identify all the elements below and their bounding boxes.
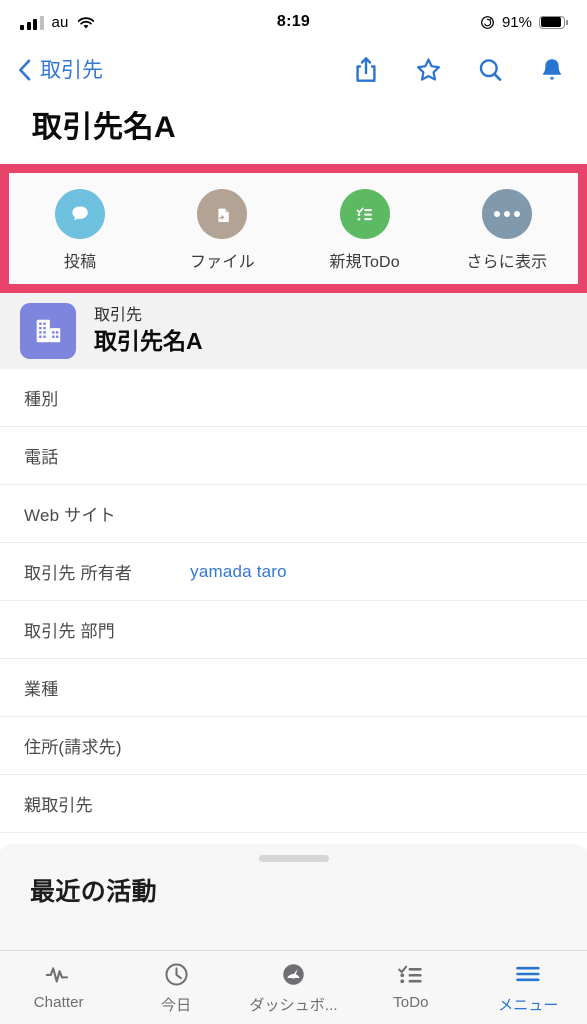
field-label: 種別 xyxy=(24,390,59,409)
tab-today[interactable]: 今日 xyxy=(117,960,234,1015)
record-name-label: 取引先名A xyxy=(94,328,203,355)
hamburger-menu-icon xyxy=(514,960,542,988)
navigation-actions xyxy=(353,56,565,84)
quick-actions-highlight: 投稿 ファイル 新規ToDo さらに表示 xyxy=(0,164,587,293)
field-row[interactable]: 取引先 部門 xyxy=(0,601,587,659)
gauge-icon xyxy=(280,960,307,988)
field-row[interactable]: 種別 xyxy=(0,369,587,427)
quick-action-show-more[interactable]: さらに表示 xyxy=(436,189,578,272)
ellipsis-icon xyxy=(481,189,532,239)
tab-label: メニュー xyxy=(498,997,559,1014)
status-bar-right: 91% xyxy=(480,13,568,31)
record-kind-label: 取引先 xyxy=(94,307,143,325)
bottom-tab-bar: Chatter 今日 ダッシュボ... ToDo メニュー xyxy=(0,950,587,1024)
chat-bubble-icon xyxy=(55,189,106,239)
back-button-label: 取引先 xyxy=(40,58,103,82)
tab-menu[interactable]: メニュー xyxy=(470,960,587,1015)
building-icon xyxy=(20,303,76,359)
carrier-label: au xyxy=(51,13,69,31)
share-icon[interactable] xyxy=(353,56,379,84)
file-upload-icon xyxy=(197,189,248,239)
navigation-bar: 取引先 xyxy=(0,44,587,96)
record-header-text: 取引先 取引先名A xyxy=(94,306,203,356)
battery-percent-label: 91% xyxy=(501,13,532,31)
field-row[interactable]: 電話 xyxy=(0,427,587,485)
field-label: 住所(請求先) xyxy=(24,738,122,757)
field-row[interactable]: 業種 xyxy=(0,659,587,717)
quick-action-new-todo[interactable]: 新規ToDo xyxy=(294,189,436,272)
field-label: 電話 xyxy=(24,448,59,467)
field-label: 取引先 部門 xyxy=(24,622,115,641)
status-bar-left: au xyxy=(20,15,95,30)
tab-label: ダッシュボ... xyxy=(249,997,338,1014)
sheet-title: 最近の活動 xyxy=(30,878,158,906)
tab-chatter[interactable]: Chatter xyxy=(0,960,117,1011)
field-row[interactable]: 取引先 所有者 yamada taro xyxy=(0,543,587,601)
quick-action-file[interactable]: ファイル xyxy=(151,189,293,272)
battery-icon xyxy=(539,15,568,29)
field-value-link[interactable]: yamada taro xyxy=(190,562,287,582)
field-label: Web サイト xyxy=(24,506,116,525)
field-label: 取引先 所有者 xyxy=(24,564,133,583)
tab-dashboard[interactable]: ダッシュボ... xyxy=(235,960,352,1015)
quick-action-label: ファイル xyxy=(189,254,255,271)
tab-label: 今日 xyxy=(161,997,192,1014)
field-label: 親取引先 xyxy=(24,796,93,815)
page-title: 取引先名A xyxy=(0,96,587,164)
record-detail-body[interactable]: 取引先 取引先名A 種別 電話 Web サイト 取引先 所有者 yamada t… xyxy=(0,293,587,950)
search-icon[interactable] xyxy=(477,56,503,84)
wifi-icon xyxy=(77,16,95,30)
star-icon[interactable] xyxy=(415,56,441,84)
checklist-icon xyxy=(397,960,425,988)
recent-activity-sheet[interactable]: 最近の活動 xyxy=(0,846,587,950)
clock-icon xyxy=(163,960,190,988)
field-row[interactable]: 住所(請求先) xyxy=(0,717,587,775)
pulse-icon xyxy=(44,960,74,988)
checklist-icon xyxy=(339,189,390,239)
quick-action-label: 投稿 xyxy=(63,254,97,271)
quick-action-label: 新規ToDo xyxy=(329,254,400,271)
bell-icon[interactable] xyxy=(539,56,565,84)
field-row[interactable]: Web サイト xyxy=(0,485,587,543)
quick-action-post[interactable]: 投稿 xyxy=(9,189,151,272)
chevron-left-icon xyxy=(18,59,31,81)
tab-label: Chatter xyxy=(33,994,84,1011)
rotation-lock-icon xyxy=(480,15,495,30)
record-header-card[interactable]: 取引先 取引先名A xyxy=(0,293,587,369)
sheet-grabber-handle xyxy=(258,854,329,862)
tab-todo[interactable]: ToDo xyxy=(352,960,469,1011)
back-button[interactable]: 取引先 xyxy=(18,59,103,81)
field-label: 業種 xyxy=(24,680,59,699)
quick-action-bar: 投稿 ファイル 新規ToDo さらに表示 xyxy=(9,173,578,284)
quick-action-label: さらに表示 xyxy=(466,254,548,271)
app-root: au 8:19 91% 取引先 取引先名A 投稿 ファイル 新規ToDo さらに… xyxy=(0,0,587,1024)
status-bar: au 8:19 91% xyxy=(0,0,587,44)
field-row[interactable]: 親取引先 xyxy=(0,775,587,833)
cellular-signal-icon xyxy=(20,15,44,30)
tab-label: ToDo xyxy=(393,994,429,1011)
sheet-grabber[interactable] xyxy=(0,846,587,870)
